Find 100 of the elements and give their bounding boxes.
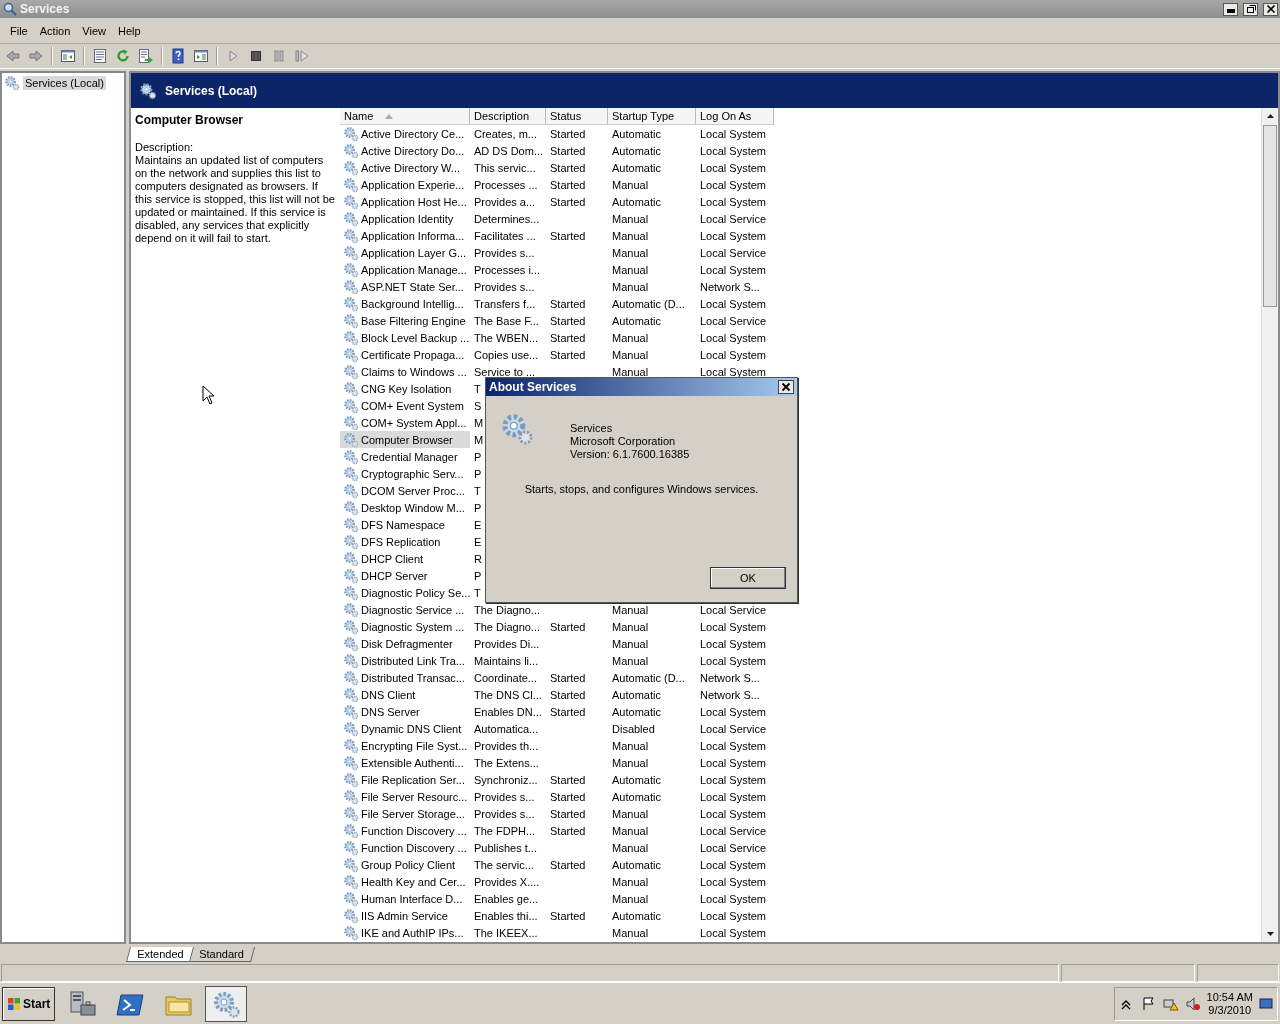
service-row-name[interactable]: Function Discovery ...: [340, 839, 470, 856]
speaker-muted-icon[interactable]: [1184, 995, 1201, 1012]
table-cell: Maintains li...: [474, 654, 539, 667]
service-row-name[interactable]: Diagnostic Service ...: [340, 601, 470, 618]
view-tab[interactable]: Extended: [126, 947, 195, 962]
service-row-name[interactable]: Distributed Link Tra...: [340, 652, 470, 669]
service-row-name[interactable]: IKE and AuthIP IPs...: [340, 924, 470, 941]
service-row-name[interactable]: DFS Namespace: [340, 516, 470, 533]
show-desktop-icon[interactable]: [1259, 996, 1273, 1011]
vertical-scrollbar[interactable]: [1261, 108, 1278, 942]
service-row-name[interactable]: CNG Key Isolation: [340, 380, 470, 397]
menu-item[interactable]: Action: [33, 22, 77, 39]
gear-icon: [343, 703, 359, 720]
service-row-name[interactable]: DNS Client: [340, 686, 470, 703]
close-button[interactable]: [778, 380, 794, 394]
table-cell: Manual: [612, 841, 649, 854]
table-cell: Local System: [700, 773, 767, 786]
ok-button[interactable]: OK: [710, 567, 786, 589]
table-cell: Automatic: [612, 161, 661, 174]
restore-button[interactable]: [1243, 2, 1258, 16]
service-row-name[interactable]: COM+ Event System: [340, 397, 470, 414]
service-row-name[interactable]: Application Experie...: [340, 176, 470, 193]
service-row-name[interactable]: Health Key and Cer...: [340, 873, 470, 890]
service-row-name[interactable]: Diagnostic Policy Se...: [340, 584, 470, 601]
service-row-name[interactable]: Encrypting File Syst...: [340, 737, 470, 754]
service-row-name[interactable]: Application Host He...: [340, 193, 470, 210]
service-row-name[interactable]: Active Directory Do...: [340, 142, 470, 159]
menu-item[interactable]: View: [76, 22, 112, 39]
service-row-name[interactable]: Desktop Window M...: [340, 499, 470, 516]
service-row-name[interactable]: File Replication Ser...: [340, 771, 470, 788]
gear-icon: [343, 159, 359, 176]
forward-arrow-icon: [28, 48, 44, 64]
service-row-name[interactable]: File Server Storage...: [340, 805, 470, 822]
service-row-name[interactable]: DNS Server: [340, 703, 470, 720]
gear-icon: [343, 431, 359, 448]
service-row-name[interactable]: COM+ System Appl...: [340, 414, 470, 431]
service-row-name[interactable]: ASP.NET State Ser...: [340, 278, 470, 295]
table-cell: Service to ...: [474, 365, 536, 378]
menu-item[interactable]: File: [4, 22, 34, 39]
column-header[interactable]: Description: [470, 108, 546, 125]
service-row-name[interactable]: Diagnostic System ...: [340, 618, 470, 635]
gear-icon: [343, 771, 359, 788]
service-row-name[interactable]: Active Directory Ce...: [340, 125, 470, 142]
column-header[interactable]: Status: [546, 108, 608, 125]
table-cell: Manual: [612, 178, 649, 191]
service-row-name[interactable]: Function Discovery ...: [340, 822, 470, 839]
service-row-name[interactable]: Application Layer G...: [340, 244, 470, 261]
scrollbar-thumb[interactable]: [1263, 125, 1277, 307]
service-row-name[interactable]: File Server Resourc...: [340, 788, 470, 805]
service-row-name[interactable]: Dynamic DNS Client: [340, 720, 470, 737]
service-row-name[interactable]: IIS Admin Service: [340, 907, 470, 924]
service-row-name[interactable]: Claims to Windows ...: [340, 363, 470, 380]
table-cell: Local System: [700, 620, 767, 633]
service-row-name[interactable]: Block Level Backup ...: [340, 329, 470, 346]
service-row-name[interactable]: Application Informa...: [340, 227, 470, 244]
start-button[interactable]: Start: [2, 986, 56, 1021]
service-row-name[interactable]: DHCP Server: [340, 567, 470, 584]
service-row-name[interactable]: Application Identity: [340, 210, 470, 227]
service-row-name[interactable]: DCOM Server Proc...: [340, 482, 470, 499]
column-header[interactable]: Log On As: [696, 108, 774, 125]
gear-icon: [343, 924, 359, 941]
menu-item[interactable]: Help: [111, 22, 147, 39]
table-cell: Started: [550, 161, 586, 174]
close-button[interactable]: [1263, 2, 1278, 16]
gear-icon: [343, 482, 359, 499]
service-row-name[interactable]: Distributed Transac...: [340, 669, 470, 686]
clock[interactable]: 10:54 AM 9/3/2010: [1206, 990, 1253, 1017]
gear-icon: [343, 380, 359, 397]
service-row-name[interactable]: Application Manage...: [340, 261, 470, 278]
service-row-name[interactable]: Certificate Propaga...: [340, 346, 470, 363]
column-header[interactable]: Startup Type: [608, 108, 696, 125]
table-cell: Manual: [612, 824, 649, 837]
tree-item[interactable]: Services (Local): [23, 76, 106, 90]
service-row-name[interactable]: Credential Manager: [340, 448, 470, 465]
service-row-name[interactable]: Extensible Authenti...: [340, 754, 470, 771]
taskbar-app-button[interactable]: [205, 985, 248, 1022]
table-cell: Started: [550, 807, 586, 820]
service-row-name[interactable]: Background Intellig...: [340, 295, 470, 312]
service-row-name[interactable]: Computer Browser: [340, 431, 470, 448]
column-header[interactable]: Name: [340, 108, 470, 125]
table-cell: E: [474, 518, 482, 531]
view-tab[interactable]: Standard: [188, 947, 256, 962]
refresh-icon: [115, 48, 131, 64]
table-cell: The Diagno...: [474, 603, 541, 616]
service-row-name[interactable]: Group Policy Client: [340, 856, 470, 873]
minimize-button[interactable]: [1223, 2, 1238, 16]
service-row-name[interactable]: DHCP Client: [340, 550, 470, 567]
table-cell: The servic...: [474, 858, 534, 871]
service-row-name[interactable]: Active Directory W...: [340, 159, 470, 176]
table-cell: Manual: [612, 331, 649, 344]
table-cell: Coordinate...: [474, 671, 537, 684]
service-row-name[interactable]: Human Interface D...: [340, 890, 470, 907]
service-row-name[interactable]: Disk Defragmenter: [340, 635, 470, 652]
table-cell: Determines...: [474, 212, 540, 225]
service-row-name[interactable]: DFS Replication: [340, 533, 470, 550]
table-cell: Started: [550, 297, 586, 310]
gear-icon: [343, 142, 359, 159]
flag-icon[interactable]: [1140, 995, 1157, 1012]
service-row-name[interactable]: Cryptographic Serv...: [340, 465, 470, 482]
service-row-name[interactable]: Base Filtering Engine: [340, 312, 470, 329]
